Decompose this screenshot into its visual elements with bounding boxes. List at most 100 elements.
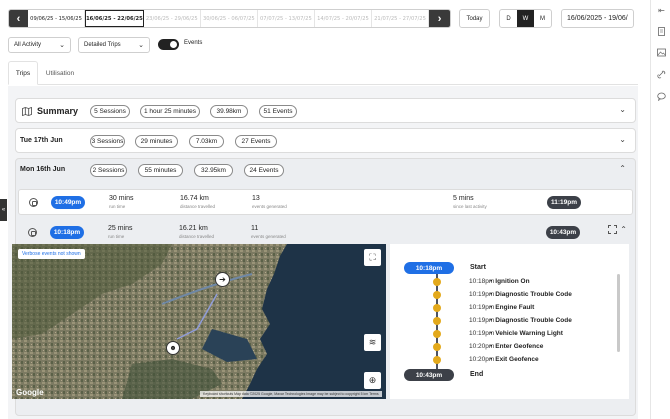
run-time-value: 30 mins bbox=[109, 195, 134, 202]
document-icon[interactable] bbox=[657, 27, 666, 36]
chevron-down-icon[interactable]: ⌄ bbox=[619, 135, 626, 144]
image-icon[interactable] bbox=[657, 48, 666, 57]
week-option[interactable]: 23/06/25 - 29/06/25 bbox=[144, 10, 201, 27]
chevron-left-icon: ‹ bbox=[16, 12, 21, 25]
trip-end-time: 11:19pm bbox=[547, 196, 581, 209]
events-value: 13 bbox=[252, 195, 260, 202]
recenter-icon[interactable]: ⊕ bbox=[364, 372, 381, 389]
since-last-value: 5 mins bbox=[453, 195, 474, 202]
week-option-toggle[interactable]: W bbox=[517, 10, 534, 27]
date-range-field[interactable]: 16/06/2025 - 19/06/ bbox=[561, 9, 634, 28]
trip-start-time: 10:49pm bbox=[51, 196, 85, 209]
day-events-pill: 27 Events bbox=[235, 135, 277, 148]
summary-sessions-pill: 5 Sessions bbox=[90, 105, 130, 118]
chevron-up-icon[interactable]: ⌃ bbox=[620, 225, 627, 234]
comment-icon[interactable] bbox=[657, 92, 666, 101]
timeline-start-time: 10:18pm bbox=[404, 262, 454, 274]
week-option[interactable]: 30/06/25 - 06/07/25 bbox=[201, 10, 258, 27]
today-button[interactable]: Today bbox=[459, 9, 490, 28]
week-option[interactable]: 09/06/25 - 15/06/25 bbox=[28, 10, 86, 27]
map-attribution: Keyboard shortcuts Map data ©2025 Google… bbox=[200, 391, 382, 397]
event-name[interactable]: Vehicle Warning Light bbox=[490, 330, 563, 337]
summary-panel[interactable]: Summary 5 Sessions 1 hour 25 minutes 39.… bbox=[15, 98, 636, 123]
next-week-button[interactable]: › bbox=[429, 10, 450, 27]
view-dropdown[interactable]: Detailed Trips ⌄ bbox=[78, 37, 150, 53]
tab-trips[interactable]: Trips bbox=[8, 61, 38, 85]
week-option[interactable]: 14/07/25 - 20/07/25 bbox=[315, 10, 372, 27]
day-duration-pill: 55 minutes bbox=[138, 164, 183, 177]
summary-events-pill: 51 Events bbox=[259, 105, 297, 118]
verbose-events-notice: Verbose events not shown bbox=[18, 249, 85, 259]
trip-end-marker-icon[interactable]: ➔ bbox=[215, 272, 230, 287]
week-option-selected[interactable]: 16/06/25 - 22/06/25 bbox=[85, 10, 144, 27]
distance-value: 16.74 km bbox=[180, 195, 209, 202]
run-time-value: 25 mins bbox=[108, 225, 133, 232]
event-name[interactable]: Exit Geofence bbox=[490, 356, 538, 363]
trip-end-time: 10:43pm bbox=[546, 226, 580, 239]
trip-row[interactable]: 10:49pm 30 mins run time 16.74 km distan… bbox=[18, 189, 633, 215]
trip-start-marker-icon[interactable]: ☻ bbox=[166, 341, 180, 355]
event-dot bbox=[433, 278, 441, 286]
event-dot bbox=[433, 343, 441, 351]
day-duration-pill: 29 minutes bbox=[135, 135, 178, 148]
tab-utilisation[interactable]: Utilisation bbox=[41, 61, 79, 85]
month-option[interactable]: M bbox=[534, 10, 551, 27]
tab-bar: Trips Utilisation bbox=[8, 61, 638, 85]
distance-label: distance travelled bbox=[179, 234, 215, 239]
event-name[interactable]: Engine Fault bbox=[490, 304, 534, 311]
event-dot bbox=[433, 304, 441, 312]
day-option[interactable]: D bbox=[500, 10, 517, 27]
right-toolbar: ⇤ bbox=[650, 0, 670, 419]
chevron-down-icon: ⌄ bbox=[138, 42, 144, 49]
timeline-end-time: 10:43pm bbox=[404, 369, 454, 381]
trip-map[interactable]: Verbose events not shown ⛶ ≋ ⊕ ➔ ☻ Googl… bbox=[12, 244, 386, 399]
fullscreen-icon[interactable]: ⛶ bbox=[364, 249, 381, 266]
map-icon bbox=[22, 107, 32, 116]
distance-value: 16.21 km bbox=[179, 225, 208, 232]
google-logo: Google bbox=[16, 388, 44, 397]
period-toggle: D W M bbox=[499, 9, 552, 28]
event-name[interactable]: Diagnostic Trouble Code bbox=[490, 317, 572, 324]
summary-title: Summary bbox=[37, 106, 79, 116]
events-value: 11 bbox=[251, 225, 259, 232]
day-distance-pill: 32.95km bbox=[194, 164, 233, 177]
event-name[interactable]: Diagnostic Trouble Code bbox=[490, 291, 572, 298]
page: ‹ 09/06/25 - 15/06/25 16/06/25 - 22/06/2… bbox=[0, 0, 670, 419]
week-option[interactable]: 07/07/25 - 13/07/25 bbox=[258, 10, 315, 27]
layers-icon[interactable]: ≋ bbox=[364, 334, 381, 351]
event-dot bbox=[433, 356, 441, 364]
week-option[interactable]: 21/07/25 - 27/07/25 bbox=[372, 10, 430, 27]
view-dropdown-value: Detailed Trips bbox=[84, 42, 121, 48]
link-icon[interactable] bbox=[657, 70, 666, 79]
event-dot bbox=[433, 330, 441, 338]
chevron-up-icon[interactable]: ⌃ bbox=[619, 164, 626, 173]
events-toggle[interactable] bbox=[158, 39, 179, 50]
chevron-right-icon: › bbox=[437, 12, 442, 25]
event-dot bbox=[433, 317, 441, 325]
summary-distance-pill: 39.98km bbox=[210, 105, 248, 118]
collapse-panel-icon[interactable]: ⇤ bbox=[657, 6, 666, 15]
activity-dropdown-value: All Activity bbox=[14, 42, 42, 48]
chevron-down-icon[interactable]: ⌄ bbox=[619, 105, 626, 114]
timeline-scrollbar[interactable] bbox=[617, 274, 620, 352]
week-selector: ‹ 09/06/25 - 15/06/25 16/06/25 - 22/06/2… bbox=[8, 9, 451, 28]
trip-start-time: 10:18pm bbox=[50, 226, 84, 239]
events-toggle-label: Events bbox=[184, 40, 203, 46]
run-time-label: run time bbox=[108, 234, 125, 239]
satellite-imagery bbox=[12, 244, 386, 399]
vehicle-icon bbox=[29, 198, 38, 207]
day-panel-tue[interactable]: Tue 17th Jun 3 Sessions 29 minutes 7.03k… bbox=[15, 128, 636, 153]
prev-week-button[interactable]: ‹ bbox=[9, 10, 28, 27]
side-expand-handle[interactable]: « bbox=[0, 199, 7, 221]
events-label: events generated bbox=[252, 204, 287, 209]
activity-dropdown[interactable]: All Activity ⌄ bbox=[8, 37, 71, 53]
summary-duration-pill: 1 hour 25 minutes bbox=[140, 105, 200, 118]
distance-label: distance travelled bbox=[180, 204, 216, 209]
event-name[interactable]: Ignition On bbox=[490, 278, 529, 285]
day-sessions-pill: 2 Sessions bbox=[90, 164, 127, 177]
trips-content: Summary 5 Sessions 1 hour 25 minutes 39.… bbox=[8, 86, 638, 419]
event-name[interactable]: Enter Geofence bbox=[490, 343, 543, 350]
day-distance-pill: 7.03km bbox=[189, 135, 224, 148]
expand-icon[interactable] bbox=[608, 225, 617, 234]
event-timeline: 10:18pm Start 10:18pm Ignition On 10:19p… bbox=[390, 244, 629, 399]
